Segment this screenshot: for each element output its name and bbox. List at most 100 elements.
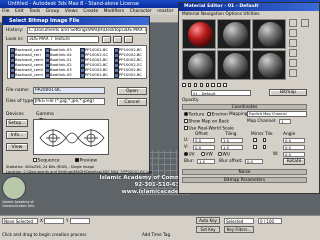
go-to-parent-icon[interactable]	[217, 83, 221, 87]
view-button[interactable]: View	[6, 143, 28, 151]
lookin-dropdown[interactable]: 3DS MAX 7 Texture	[27, 36, 99, 43]
u-tiling-spinner[interactable]: 1.0	[221, 138, 243, 143]
material-sphere-icon	[188, 53, 213, 78]
reset-map-icon[interactable]	[199, 83, 204, 87]
frame-field[interactable]: 0 / 100	[258, 218, 282, 224]
setup-button[interactable]: Setup...	[6, 119, 28, 127]
uv-radio[interactable]: UV	[184, 152, 195, 157]
x-coord-field[interactable]	[44, 218, 64, 224]
filetype-dropdown[interactable]: JPEG File (*.jpg,*.jpe,*.jpeg)	[33, 98, 105, 105]
x-coord-label: X	[40, 218, 43, 223]
material-slot[interactable]	[182, 50, 216, 80]
autokey-button[interactable]: Auto Key	[196, 217, 220, 224]
bitmap-parameters-rollout[interactable]: Bitmap Parameters	[182, 177, 307, 183]
v-angle-spinner[interactable]: 0.0	[283, 145, 305, 150]
med-menu-navigation[interactable]: Navigation	[201, 12, 224, 17]
blur-spinner[interactable]: 1.0	[197, 159, 215, 164]
background-icon[interactable]	[289, 39, 297, 47]
v-mirror-tile-checkboxes[interactable]	[253, 145, 267, 150]
show-map-icon[interactable]	[211, 83, 215, 87]
video-check-icon[interactable]	[289, 59, 297, 67]
preview-checkbox[interactable]: Preview	[75, 158, 97, 163]
options-icon[interactable]	[301, 19, 309, 27]
history-dropdown[interactable]: C:\Documents and Settings\MAQH\Desktop\3…	[27, 27, 147, 34]
menu-file[interactable]: File	[2, 9, 10, 14]
up-folder-icon[interactable]	[102, 36, 111, 43]
u-offset-spinner[interactable]: 0.0	[193, 138, 215, 143]
assign-material-icon[interactable]	[193, 83, 198, 87]
material-name-dropdown[interactable]: 01 - Default	[191, 90, 251, 96]
material-slot[interactable]	[182, 19, 216, 49]
make-preview-icon[interactable]	[289, 69, 297, 77]
map-channel-spinner[interactable]: 1	[279, 119, 291, 124]
make-unique-icon[interactable]	[205, 83, 209, 87]
show-map-back-checkbox[interactable]: Show Map on Back	[184, 119, 229, 124]
material-type-button[interactable]: Bitmap	[269, 89, 307, 96]
add-time-tag[interactable]: Add Time Tag	[142, 232, 170, 237]
material-slot[interactable]	[252, 50, 286, 80]
file-item[interactable]: Backwall_cemi	[10, 72, 43, 78]
go-forward-icon[interactable]	[223, 83, 227, 87]
med-menu-material[interactable]: Material	[182, 12, 199, 17]
selected-dropdown[interactable]: Selected	[224, 218, 254, 224]
backlight-icon[interactable]	[289, 29, 297, 37]
file-item[interactable]: PP10002-BC	[114, 72, 142, 78]
u-angle-spinner[interactable]: 0.0	[283, 138, 305, 143]
noise-rollout[interactable]: Noise	[182, 169, 307, 175]
mapping-dropdown[interactable]: Explicit Map Channel	[247, 111, 307, 117]
real-world-scale-checkbox[interactable]: Use Real-World Scale	[184, 126, 234, 131]
material-sphere-icon	[258, 22, 283, 47]
lookin-label: Look in:	[6, 37, 24, 42]
sample-type-icon[interactable]	[289, 19, 297, 27]
uv-tiling-icon[interactable]	[289, 49, 297, 57]
filetype-label: Files of type:	[6, 99, 35, 104]
menu-views[interactable]: Views	[65, 9, 78, 14]
preview-pattern-icon	[39, 129, 105, 147]
med-menu-options[interactable]: Options	[225, 12, 242, 17]
view-menu-icon[interactable]	[124, 36, 133, 43]
menu-create[interactable]: Create	[83, 9, 98, 14]
angle-header: Angle	[283, 132, 296, 137]
med-menu-utilities[interactable]: Utilities	[243, 12, 259, 17]
coordinates-rollout[interactable]: Coordinates	[182, 104, 307, 110]
material-sphere-icon	[258, 53, 283, 78]
rotate-button[interactable]: Rotate	[283, 158, 305, 165]
material-slot[interactable]	[217, 50, 251, 80]
menu-edit[interactable]: Edit	[15, 9, 24, 14]
menu-modifiers[interactable]: Modifiers	[104, 9, 125, 14]
setkey-button[interactable]: Set Key	[196, 226, 220, 233]
filename-input[interactable]: PP20001-BC	[33, 87, 105, 94]
v-label: V:	[184, 145, 189, 150]
offset-header: Offset	[195, 132, 208, 137]
open-button[interactable]: Open	[117, 87, 147, 95]
vw-radio[interactable]: VW	[201, 152, 213, 157]
material-sphere-icon	[188, 22, 213, 47]
v-tiling-spinner[interactable]: 1.0	[221, 145, 243, 150]
wu-radio[interactable]: WU	[218, 152, 230, 157]
menu-character[interactable]: Character	[130, 9, 152, 14]
y-coord-field[interactable]	[70, 218, 90, 224]
material-slot[interactable]	[217, 19, 251, 49]
texture-radio[interactable]: Texture	[184, 112, 204, 117]
environ-radio[interactable]: Environ	[207, 112, 228, 117]
get-material-icon[interactable]	[182, 83, 186, 87]
file-item[interactable]: PP10002-BC	[80, 72, 108, 78]
new-folder-icon[interactable]	[113, 36, 122, 43]
material-slot[interactable]	[252, 19, 286, 49]
info-button[interactable]: Info...	[6, 131, 28, 139]
file-item[interactable]: Boatlink-05	[45, 72, 72, 78]
v-offset-spinner[interactable]: 0.0	[193, 145, 215, 150]
menu-reactor[interactable]: reactor	[157, 9, 173, 14]
file-list[interactable]: Backwall_corn Backwall_ceri Backwall_cem…	[7, 45, 147, 79]
menu-tools[interactable]: Tools	[29, 9, 40, 14]
put-material-icon[interactable]	[187, 83, 192, 87]
blur-offset-label: Blur offset:	[219, 159, 243, 164]
blur-label: Blur:	[184, 159, 195, 164]
cancel-button[interactable]: Cancel	[117, 98, 147, 106]
u-mirror-tile-checkboxes[interactable]	[253, 138, 267, 143]
key-filters-button[interactable]: Key Filters...	[224, 226, 254, 233]
w-angle-spinner[interactable]: 0.0	[283, 152, 305, 157]
blur-offset-spinner[interactable]: 0.0	[245, 159, 263, 164]
sequence-checkbox[interactable]: Sequence	[33, 158, 60, 163]
menu-group[interactable]: Group	[46, 9, 60, 14]
